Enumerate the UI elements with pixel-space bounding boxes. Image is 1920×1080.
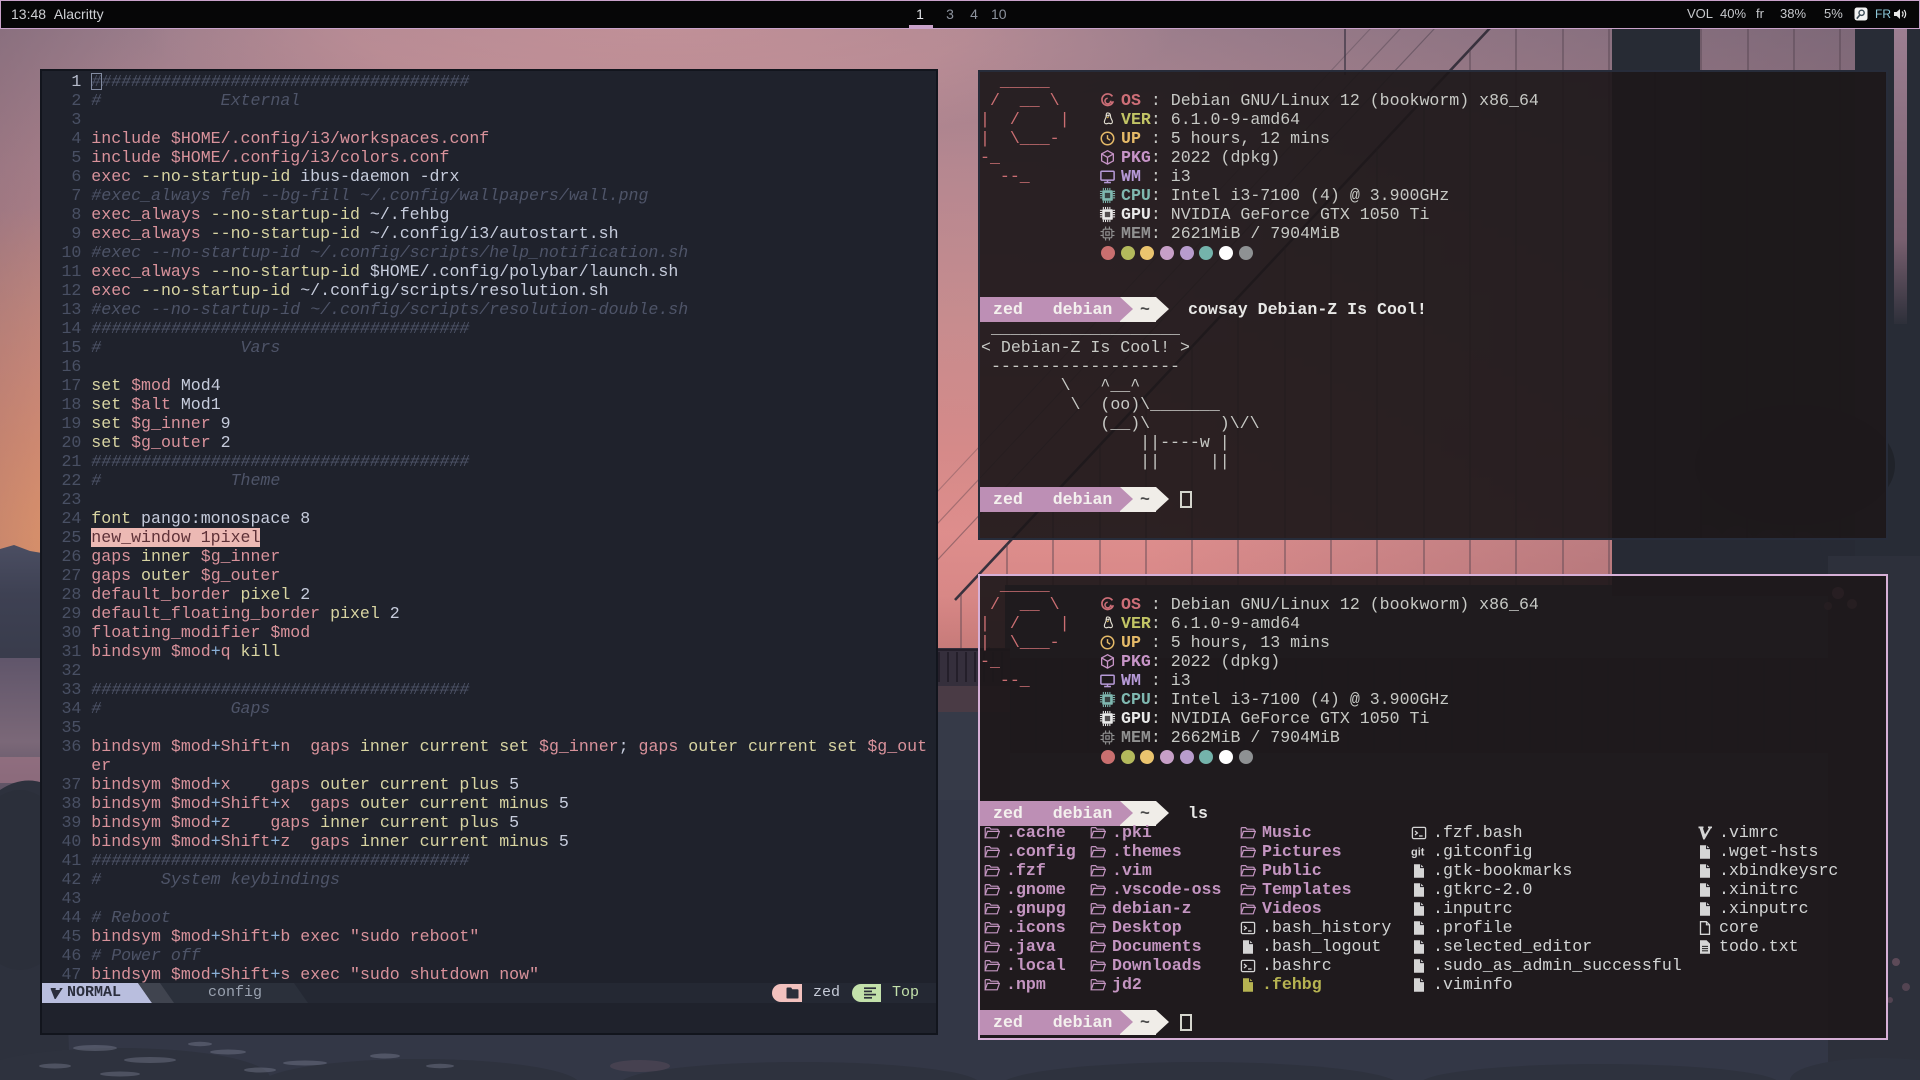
svg-text:git: git: [1411, 846, 1425, 858]
